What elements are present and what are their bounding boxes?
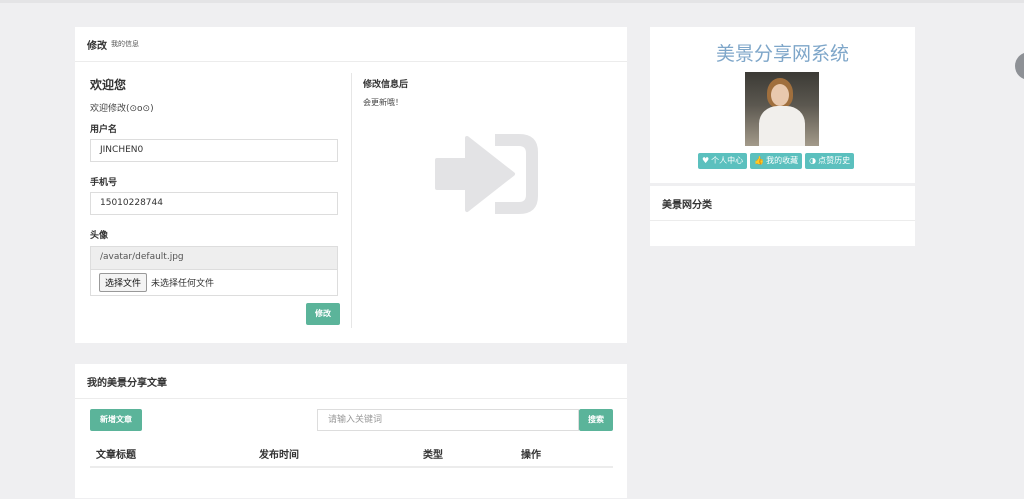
articles-panel-title: 我的美景分享文章 (87, 377, 167, 389)
search-input[interactable]: 请输入关键词 (317, 409, 579, 431)
like-history-label: 点赞历史 (818, 156, 851, 165)
note-body: 会更新哦！ (363, 98, 403, 107)
category-panel: 美景网分类 (650, 186, 915, 246)
my-articles-panel: 我的美景分享文章 新增文章 请输入关键词 搜索 文章标题 发布时间 类型 操作 (75, 364, 627, 498)
personal-center-label: 个人中心 (711, 156, 744, 165)
column-header-title: 文章标题 (96, 450, 136, 461)
profile-links: ♥ 个人中心 👍 我的收藏 ◑ 点赞历史 (698, 153, 855, 169)
like-history-button[interactable]: ◑ 点赞历史 (805, 153, 855, 169)
phone-label: 手机号 (90, 178, 118, 188)
column-header-actions: 操作 (521, 450, 541, 461)
welcome-title: 欢迎您 (90, 78, 127, 92)
category-panel-header: 美景网分类 (650, 186, 915, 221)
choose-file-button[interactable]: 选择文件 (99, 273, 148, 292)
site-title: 美景分享网系统 (715, 43, 849, 65)
phone-input[interactable]: 15010228744 (90, 192, 338, 215)
note-title: 修改信息后 (363, 80, 409, 90)
my-favorites-button[interactable]: 👍 我的收藏 (750, 153, 803, 169)
column-divider (351, 73, 352, 328)
edit-panel-title: 修改 (87, 40, 107, 52)
username-input[interactable]: JINCHEN0 (90, 139, 338, 162)
avatar-path-field: /avatar/default.jpg (90, 246, 338, 270)
articles-panel-header: 我的美景分享文章 (75, 364, 627, 399)
submit-edit-button[interactable]: 修改 (306, 303, 340, 325)
personal-center-button[interactable]: ♥ 个人中心 (698, 153, 748, 169)
username-label: 用户名 (90, 125, 118, 135)
articles-table-header: 文章标题 发布时间 类型 操作 (90, 440, 613, 468)
welcome-subtitle: 欢迎修改(⊙o⊙) (90, 104, 154, 114)
edit-panel-header: 修改 我的信息 (75, 27, 627, 62)
top-border (0, 0, 1024, 3)
avatar-label: 头像 (90, 231, 109, 241)
edit-profile-panel: 修改 我的信息 欢迎您 欢迎修改(⊙o⊙) 用户名 JINCHEN0 手机号 1… (75, 27, 627, 343)
sign-in-icon (435, 134, 538, 214)
edit-panel-subtitle: 我的信息 (111, 40, 139, 48)
column-header-type: 类型 (423, 450, 443, 461)
heart-icon: ♥ (702, 156, 710, 165)
new-article-button[interactable]: 新增文章 (90, 409, 142, 431)
file-upload-row: 选择文件 未选择任何文件 (90, 270, 338, 296)
file-status-text: 未选择任何文件 (151, 279, 215, 289)
category-panel-title: 美景网分类 (662, 199, 712, 211)
search-button[interactable]: 搜索 (579, 409, 613, 431)
thumbs-up-icon: 👍 (754, 156, 765, 165)
column-header-date: 发布时间 (259, 450, 299, 461)
avatar (745, 72, 819, 146)
half-circle-icon: ◑ (809, 156, 817, 165)
my-favorites-label: 我的收藏 (766, 156, 799, 165)
site-profile-panel: 美景分享网系统 ♥ 个人中心 👍 我的收藏 ◑ 点赞历史 (650, 27, 915, 183)
floating-side-handle[interactable] (1015, 52, 1024, 80)
